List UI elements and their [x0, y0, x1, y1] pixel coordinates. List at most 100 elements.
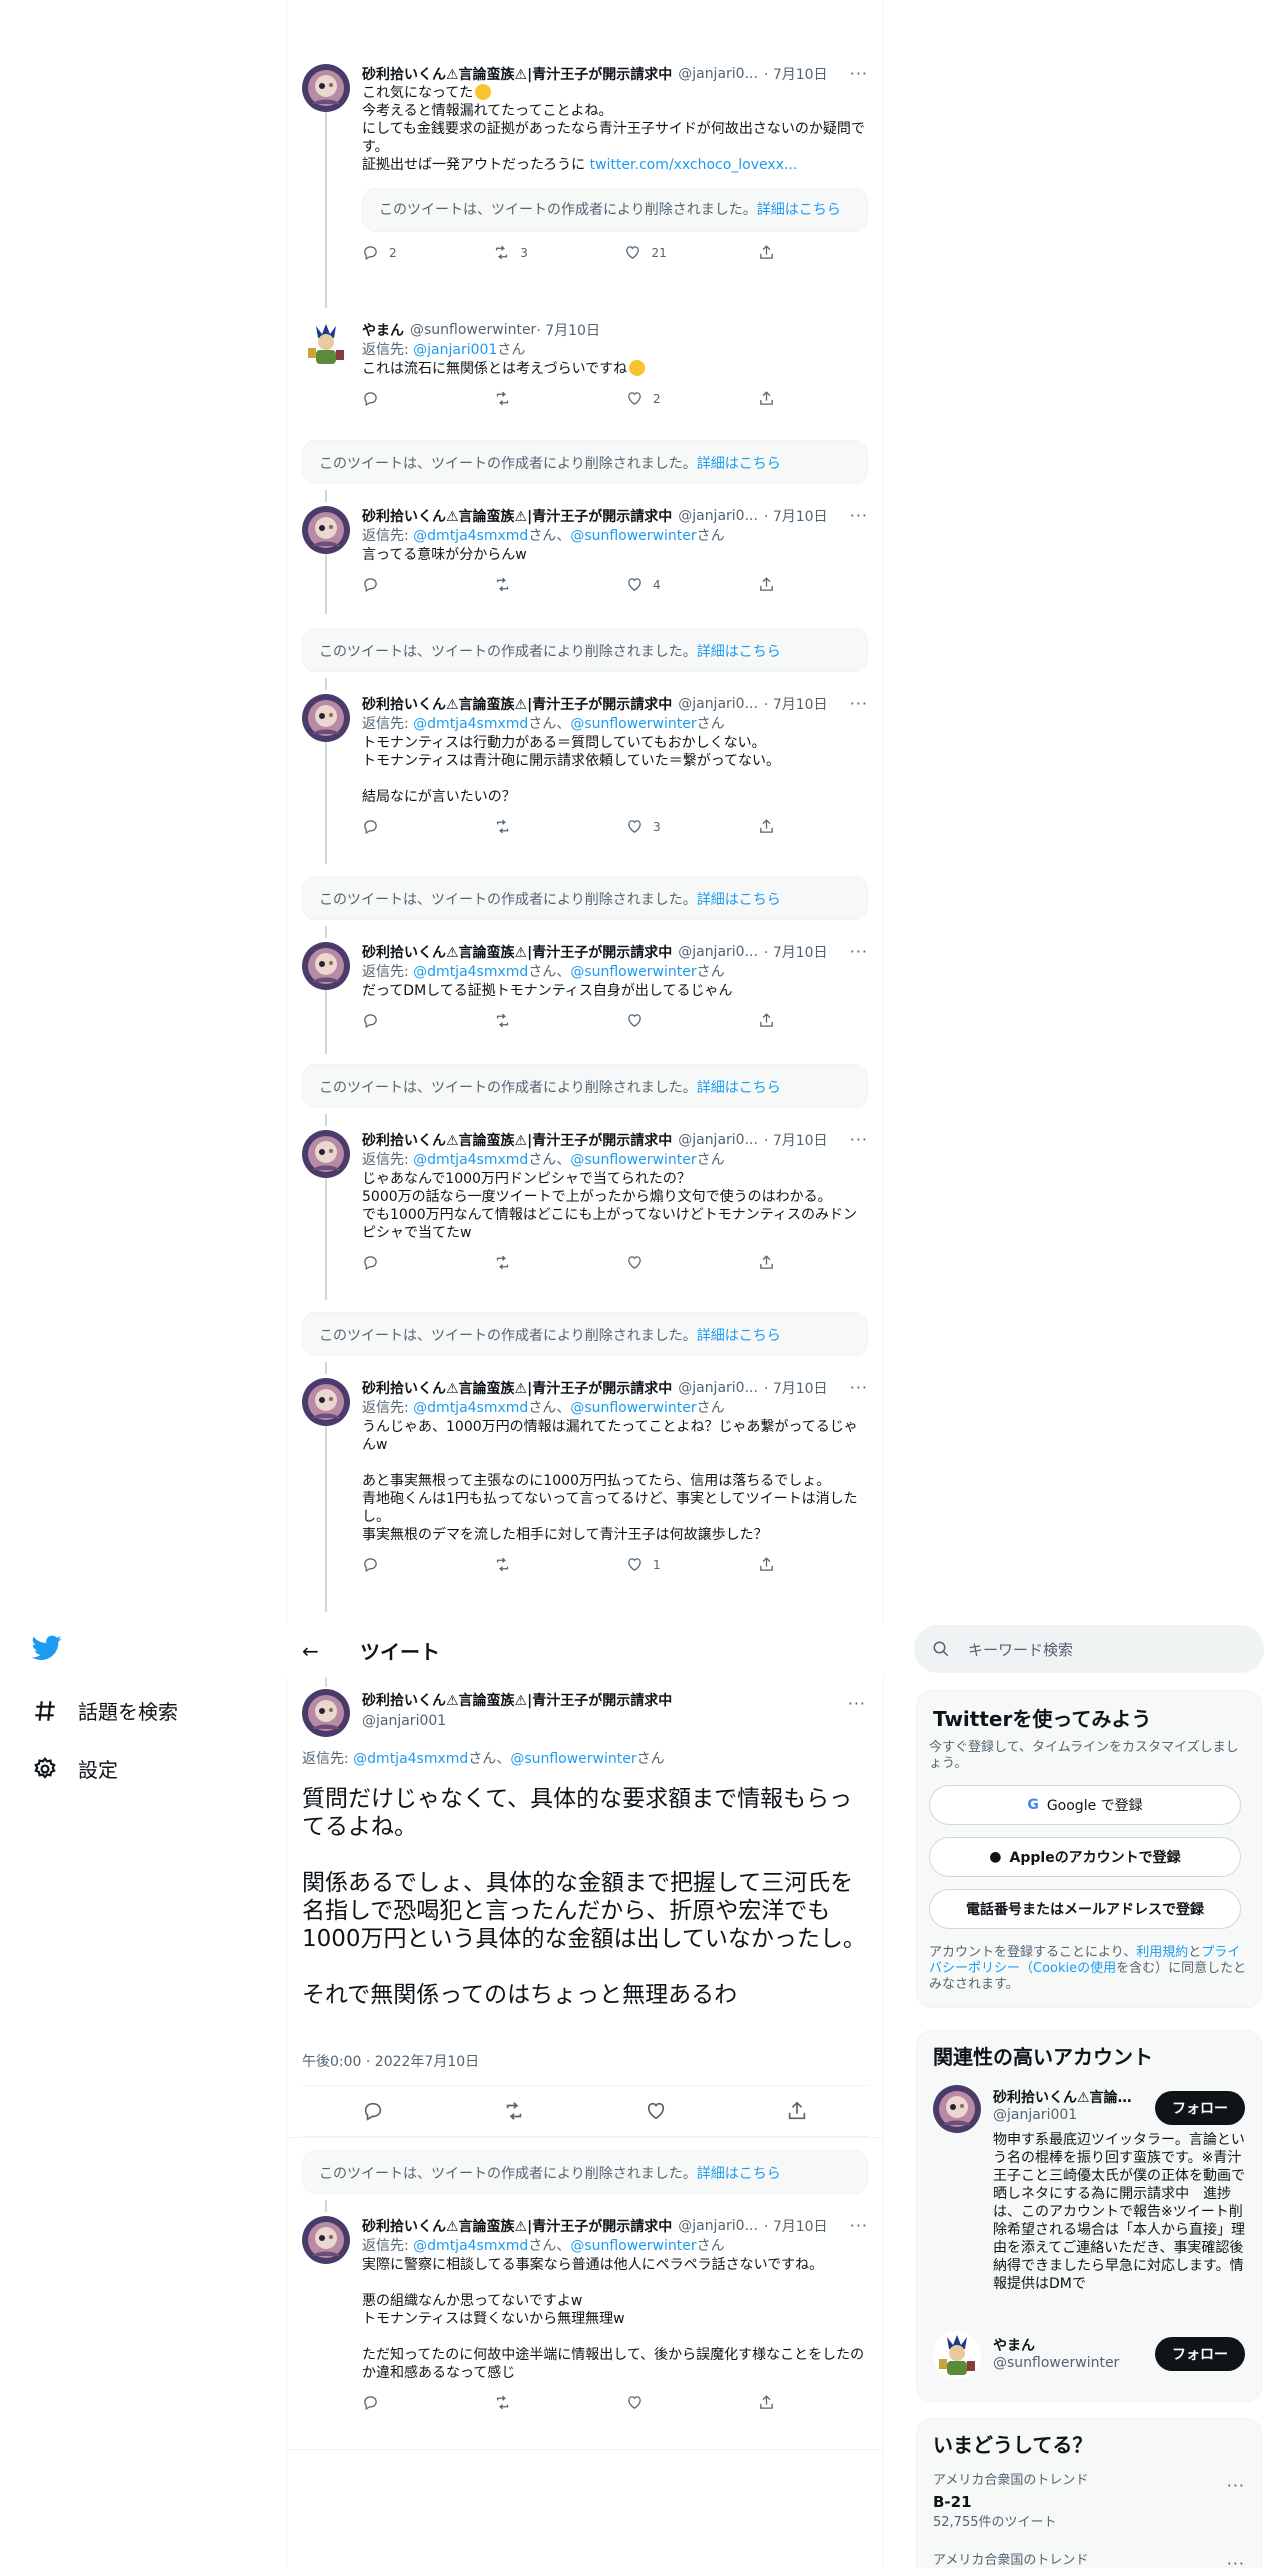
share-button[interactable]	[758, 818, 798, 835]
mention-link[interactable]: @janjari001	[413, 342, 497, 358]
share-button[interactable]	[758, 1556, 798, 1573]
more-icon[interactable]: ···	[848, 1696, 866, 1712]
more-icon[interactable]: ···	[850, 696, 868, 712]
mention-link[interactable]: @sunflowerwinter	[570, 1400, 696, 1416]
avatar[interactable]	[302, 1378, 350, 1426]
details-link[interactable]: 詳細はこちら	[697, 1328, 781, 1344]
reply-button[interactable]	[362, 1556, 402, 1573]
retweet-button[interactable]	[494, 1254, 534, 1271]
mention-link[interactable]: @dmtja4smxmd	[413, 964, 528, 980]
retweet-button[interactable]	[494, 2394, 534, 2411]
like-button[interactable]: 3	[626, 818, 666, 835]
author-name[interactable]: やまん	[362, 320, 404, 340]
retweet-icon[interactable]	[503, 2100, 525, 2122]
like-button[interactable]	[626, 1254, 666, 1271]
retweet-button[interactable]	[494, 818, 534, 835]
author-handle[interactable]: @sunflowerwinter	[410, 322, 536, 338]
avatar[interactable]	[933, 2331, 981, 2379]
more-icon[interactable]: ···	[850, 944, 868, 960]
deleted-tweet-notice[interactable]: このツイートは、ツイートの作成者により削除されました。詳細はこちら	[302, 2150, 868, 2194]
search-input[interactable]: キーワード検索	[968, 1639, 1073, 1660]
avatar[interactable]	[302, 942, 350, 990]
like-button[interactable]: 2	[626, 390, 666, 407]
author-handle[interactable]: @janjari0...	[678, 66, 758, 82]
cookie-link[interactable]: （Cookieの使用	[1020, 1961, 1116, 1976]
quote-details-link[interactable]: 詳細はこちら	[757, 202, 841, 218]
avatar[interactable]	[933, 2085, 981, 2133]
follow-button[interactable]: フォロー	[1155, 2091, 1245, 2125]
reply-button[interactable]	[362, 390, 402, 407]
account-name[interactable]: やまん	[993, 2335, 1119, 2355]
mention-link[interactable]: @dmtja4smxmd	[413, 528, 528, 544]
terms-link[interactable]: 利用規約	[1136, 1945, 1188, 1960]
tweet-date[interactable]: · 7月10日	[764, 1378, 828, 1398]
tweet[interactable]: 砂利拾いくん⚠言論蛮族⚠|青汁王子が開示請求中 @janjari0... · 7月1…	[286, 926, 884, 1054]
avatar[interactable]	[302, 1689, 350, 1737]
author-name[interactable]: 砂利拾いくん⚠言論蛮族⚠|青汁王子が開示請求中	[362, 1378, 672, 1398]
avatar[interactable]	[302, 64, 350, 112]
author-handle[interactable]: @janjari0...	[678, 2218, 758, 2234]
tweet-timestamp[interactable]: 午後0:00 · 2022年7月10日	[302, 2051, 479, 2071]
author-name[interactable]: 砂利拾いくん⚠言論蛮族⚠|青汁王子が開示請求中	[362, 1691, 672, 1711]
account-handle[interactable]: @janjari001	[993, 2107, 1143, 2123]
author-handle[interactable]: @janjari0...	[678, 944, 758, 960]
apple-signup-button[interactable]: ● Appleのアカウントで登録	[929, 1837, 1241, 1877]
share-button[interactable]	[758, 244, 798, 261]
reply-button[interactable]	[362, 1012, 402, 1029]
share-button[interactable]	[758, 1012, 798, 1029]
mention-link[interactable]: @sunflowerwinter	[570, 528, 696, 544]
details-link[interactable]: 詳細はこちら	[697, 892, 781, 908]
more-icon[interactable]: ···	[850, 1380, 868, 1396]
tweet-date[interactable]: · 7月10日	[764, 64, 828, 84]
mention-link[interactable]: @dmtja4smxmd	[413, 716, 528, 732]
retweet-button[interactable]	[494, 1556, 534, 1573]
tweet[interactable]: 砂利拾いくん⚠言論蛮族⚠|青汁王子が開示請求中 @janjari0... · 7月1…	[286, 678, 884, 864]
mention-link[interactable]: @sunflowerwinter	[510, 1751, 636, 1767]
share-icon[interactable]	[786, 2100, 808, 2122]
retweet-button[interactable]	[494, 576, 534, 593]
like-button[interactable]: 21	[624, 244, 667, 261]
mention-link[interactable]: @dmtja4smxmd	[413, 1400, 528, 1416]
reply-button[interactable]: 2	[362, 244, 402, 261]
phone-signup-button[interactable]: 電話番号またはメールアドレスで登録	[929, 1889, 1241, 1929]
share-button[interactable]	[758, 576, 798, 593]
share-button[interactable]	[758, 1254, 798, 1271]
avatar[interactable]	[302, 694, 350, 742]
tweet-date[interactable]: · 7月10日	[764, 506, 828, 526]
follow-button[interactable]: フォロー	[1155, 2337, 1245, 2371]
tweet[interactable]: 砂利拾いくん⚠言論蛮族⚠|青汁王子が開示請求中 @janjari0... · 7月1…	[286, 48, 884, 308]
mention-link[interactable]: @dmtja4smxmd	[353, 1751, 468, 1767]
like-button[interactable]	[626, 2394, 666, 2411]
tweet-date[interactable]: · 7月10日	[536, 320, 600, 340]
retweet-button[interactable]	[494, 1012, 534, 1029]
details-link[interactable]: 詳細はこちら	[697, 456, 781, 472]
more-icon[interactable]: ···	[1227, 2556, 1245, 2568]
quoted-tweet-deleted[interactable]: このツイートは、ツイートの作成者により削除されました。詳細はこちら	[362, 188, 868, 232]
share-button[interactable]	[758, 2394, 798, 2411]
details-link[interactable]: 詳細はこちら	[697, 644, 781, 660]
deleted-tweet-notice[interactable]: このツイートは、ツイートの作成者により削除されました。詳細はこちら	[302, 876, 868, 920]
author-handle[interactable]: @janjari0...	[678, 1380, 758, 1396]
more-icon[interactable]: ···	[850, 1132, 868, 1148]
tweet[interactable]: 砂利拾いくん⚠言論蛮族⚠|青汁王子が開示請求中 @janjari0... · 7月1…	[286, 1362, 884, 1612]
account-name[interactable]: 砂利拾いくん⚠言論蛮族⚠|青汁王子が開示請求中	[993, 2087, 1143, 2107]
author-name[interactable]: 砂利拾いくん⚠言論蛮族⚠|青汁王子が開示請求中	[362, 694, 672, 714]
mention-link[interactable]: @dmtja4smxmd	[413, 1152, 528, 1168]
avatar[interactable]	[302, 2216, 350, 2264]
like-icon[interactable]	[645, 2100, 667, 2122]
deleted-tweet-notice[interactable]: このツイートは、ツイートの作成者により削除されました。詳細はこちら	[302, 1312, 868, 1356]
back-arrow-icon[interactable]: ←	[302, 1639, 342, 1663]
author-handle[interactable]: @janjari001	[362, 1711, 672, 1731]
trend-item[interactable]: アメリカ合衆国のトレンド B-21 52,755件のツイート	[933, 2473, 1088, 2531]
account-handle[interactable]: @sunflowerwinter	[993, 2355, 1119, 2371]
author-name[interactable]: 砂利拾いくん⚠言論蛮族⚠|青汁王子が開示請求中	[362, 942, 672, 962]
tweet[interactable]: 砂利拾いくん⚠言論蛮族⚠|青汁王子が開示請求中 @janjari0... · 7月1…	[286, 490, 884, 614]
like-button[interactable]: 1	[626, 1556, 666, 1573]
tweet[interactable]: やまん @sunflowerwinter · 7月10日 返信先: @janjari…	[286, 308, 884, 426]
like-button[interactable]: 4	[626, 576, 666, 593]
author-handle[interactable]: @janjari0...	[678, 696, 758, 712]
author-name[interactable]: 砂利拾いくん⚠言論蛮族⚠|青汁王子が開示請求中	[362, 506, 672, 526]
tweet-link[interactable]: twitter.com/xxchoco_lovexx...	[590, 157, 798, 173]
reply-button[interactable]	[362, 576, 402, 593]
deleted-tweet-notice[interactable]: このツイートは、ツイートの作成者により削除されました。詳細はこちら	[302, 628, 868, 672]
